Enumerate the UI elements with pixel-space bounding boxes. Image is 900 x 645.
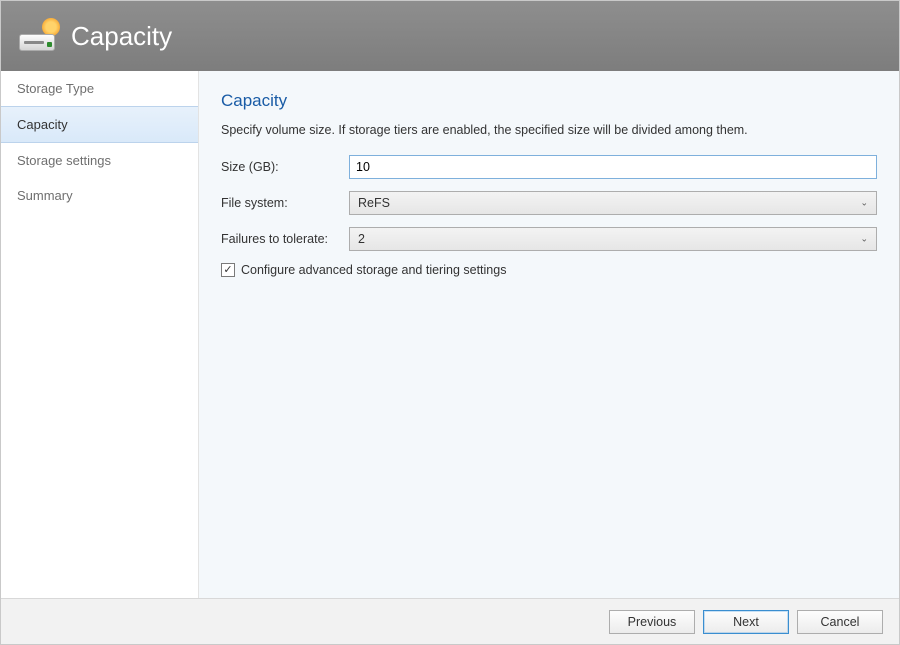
sidebar-item-label: Capacity (17, 117, 68, 132)
filesystem-select[interactable]: ReFS ⌄ (349, 191, 877, 215)
sidebar-item-label: Summary (17, 188, 73, 203)
size-label: Size (GB): (221, 160, 349, 174)
failures-select[interactable]: 2 ⌄ (349, 227, 877, 251)
filesystem-value: ReFS (358, 196, 390, 210)
main-panel: Capacity Specify volume size. If storage… (199, 71, 899, 598)
advanced-settings-checkbox[interactable]: ✓ (221, 263, 235, 277)
failures-label: Failures to tolerate: (221, 232, 349, 246)
wizard-footer: Previous Next Cancel (1, 598, 899, 644)
capacity-drive-icon (19, 21, 57, 51)
sidebar-item-capacity[interactable]: Capacity (1, 106, 198, 143)
sidebar-item-label: Storage Type (17, 81, 94, 96)
sidebar-item-label: Storage settings (17, 153, 111, 168)
chevron-down-icon: ⌄ (860, 198, 868, 209)
filesystem-label: File system: (221, 196, 349, 210)
wizard-steps-sidebar: Storage Type Capacity Storage settings S… (1, 71, 199, 598)
page-title: Capacity (221, 91, 877, 111)
chevron-down-icon: ⌄ (860, 234, 868, 245)
page-description: Specify volume size. If storage tiers ar… (221, 123, 877, 137)
sidebar-item-storage-settings[interactable]: Storage settings (1, 143, 198, 178)
header-title: Capacity (71, 21, 172, 52)
advanced-settings-label: Configure advanced storage and tiering s… (241, 263, 506, 277)
failures-value: 2 (358, 232, 365, 246)
previous-button[interactable]: Previous (609, 610, 695, 634)
size-input[interactable] (349, 155, 877, 179)
wizard-header: Capacity (1, 1, 899, 71)
cancel-button[interactable]: Cancel (797, 610, 883, 634)
sidebar-item-storage-type[interactable]: Storage Type (1, 71, 198, 106)
next-button[interactable]: Next (703, 610, 789, 634)
sidebar-item-summary[interactable]: Summary (1, 178, 198, 213)
